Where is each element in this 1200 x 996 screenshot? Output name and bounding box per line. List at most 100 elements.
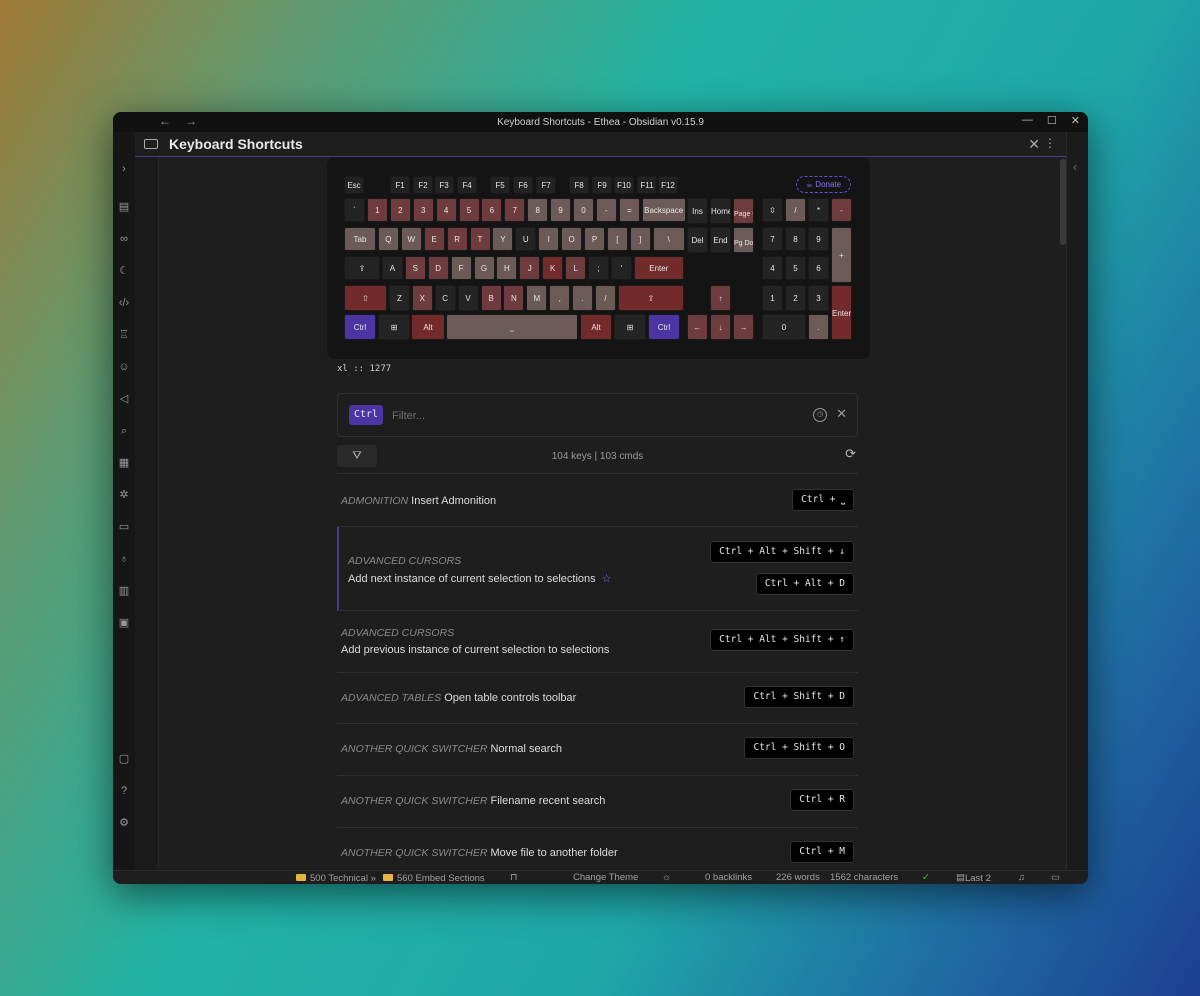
refresh-icon[interactable]: ⟳ (845, 446, 856, 462)
key-row4[interactable]: C (434, 285, 456, 311)
filter-input[interactable] (392, 407, 752, 425)
smiley-icon[interactable]: ☺ (117, 360, 131, 374)
breadcrumb[interactable]: 500 Technical » (296, 872, 376, 884)
key-numpad[interactable]: / (785, 198, 806, 222)
key-row3[interactable]: K (542, 256, 564, 280)
key-numpad[interactable]: 0 (762, 314, 806, 340)
key-numpad[interactable]: * (808, 198, 829, 222)
key-row4[interactable]: N (503, 285, 525, 311)
key-row1[interactable]: 5 (458, 198, 480, 222)
key-numpad[interactable]: 8 (785, 227, 806, 251)
sync-check-icon[interactable]: ✓ (922, 872, 930, 883)
running-icon[interactable]: ♖ (117, 328, 131, 342)
keyboard-status-icon[interactable]: ▭ (1051, 872, 1060, 883)
command-row[interactable]: ADMONITION Insert Admonition Ctrl + ⎵ (337, 475, 858, 527)
key-row4[interactable]: V (457, 285, 479, 311)
key-alt[interactable]: Alt (580, 314, 612, 340)
key-row2[interactable]: U (515, 227, 537, 251)
key-row4[interactable]: B (480, 285, 502, 311)
key-row4[interactable]: Z (388, 285, 410, 311)
key-row3[interactable]: A (381, 256, 403, 280)
key-row2[interactable]: I (538, 227, 560, 251)
key-numpad[interactable]: 1 (762, 285, 783, 311)
key-f10[interactable]: F10 (614, 176, 634, 194)
key-numpad[interactable]: 4 (762, 256, 783, 280)
folders-icon[interactable]: ▭ (117, 520, 131, 534)
key-nav[interactable]: Ins (687, 198, 708, 224)
key-numpad[interactable]: 2 (785, 285, 806, 311)
donate-button[interactable]: ☕ Donate (796, 176, 851, 193)
command-row[interactable]: ADVANCED CURSORS Add previous instance o… (337, 611, 858, 673)
scrollbar[interactable] (1060, 159, 1066, 245)
key-row1[interactable]: 9 (550, 198, 572, 222)
collapse-chevron-icon[interactable]: ‹ (1073, 160, 1077, 174)
key-row3[interactable]: D (427, 256, 449, 280)
key-row2[interactable]: O (561, 227, 583, 251)
key-f8[interactable]: F8 (569, 176, 589, 194)
key-row1[interactable]: 2 (389, 198, 411, 222)
key-row1[interactable]: 6 (481, 198, 503, 222)
key-alt[interactable]: Alt (411, 314, 445, 340)
key-numpad[interactable]: 3 (808, 285, 829, 311)
hotkey-badge[interactable]: Ctrl + Shift + O (744, 737, 854, 759)
key-f5[interactable]: F5 (490, 176, 510, 194)
bell-icon[interactable]: ♫ (1018, 872, 1025, 883)
key-row1[interactable]: 3 (412, 198, 434, 222)
key-row1[interactable]: 8 (527, 198, 549, 222)
key-row2[interactable]: ] (629, 227, 651, 251)
close-window-icon[interactable]: ✕ (1071, 114, 1080, 127)
key-nav[interactable]: Del (687, 227, 708, 253)
key-arrow[interactable]: ↑ (710, 285, 731, 311)
lock-icon[interactable]: ⊓ (510, 872, 517, 883)
hotkey-badge[interactable]: Ctrl + Shift + D (744, 686, 854, 708)
graph-icon[interactable]: ✲ (117, 488, 131, 502)
search-icon[interactable]: ⌕ (117, 424, 131, 438)
key-row1[interactable]: 0 (573, 198, 594, 222)
key-row4[interactable]: , (549, 285, 571, 311)
key-f6[interactable]: F6 (513, 176, 533, 194)
key-tab[interactable]: Tab (344, 227, 376, 251)
moon-icon[interactable]: ☾ (117, 264, 131, 278)
microphone-icon[interactable]: ♁ (117, 552, 131, 566)
key-row1[interactable]: - (595, 198, 617, 222)
key-row2[interactable]: Y (492, 227, 514, 251)
key-ctrl[interactable]: Ctrl (344, 314, 376, 340)
key-row4[interactable]: M (526, 285, 548, 311)
calendar-icon[interactable]: ▣ (117, 616, 131, 630)
clear-icon[interactable]: ✕ (836, 406, 847, 422)
note-icon[interactable]: ▦ (117, 456, 131, 470)
key-row1[interactable]: 4 (435, 198, 457, 222)
close-tab-icon[interactable]: ✕ (1028, 136, 1040, 153)
templater-icon[interactable]: ▤ (117, 200, 131, 214)
expand-chevron-icon[interactable]: › (117, 162, 131, 176)
sun-icon[interactable]: ☼ (662, 872, 671, 883)
key-shift[interactable]: ⇧ (344, 285, 387, 311)
megaphone-icon[interactable]: ◁ (117, 392, 131, 406)
star-icon[interactable]: ☆ (602, 573, 612, 585)
command-row[interactable]: ANOTHER QUICK SWITCHER Filename recent s… (337, 776, 858, 828)
key-f12[interactable]: F12 (658, 176, 678, 194)
key-nav[interactable]: Home (710, 198, 731, 224)
key-nav[interactable]: End (710, 227, 731, 253)
minimize-icon[interactable]: — (1022, 114, 1033, 127)
key-f7[interactable]: F7 (536, 176, 556, 194)
hotkey-badge[interactable]: Ctrl + Alt + D (755, 573, 854, 595)
last-edited[interactable]: ▤ Last 2 (956, 872, 991, 884)
key-win[interactable]: ⊞ (378, 314, 410, 340)
key-row3[interactable]: S (404, 256, 426, 280)
vault-icon[interactable]: ▢ (117, 752, 131, 766)
key-row1[interactable]: ` (344, 198, 365, 222)
key-numpad[interactable]: 5 (785, 256, 806, 280)
key-row1[interactable]: = (618, 198, 640, 222)
modifier-chip-ctrl[interactable]: Ctrl (349, 405, 383, 425)
key-row1[interactable]: 1 (366, 198, 388, 222)
hotkey-badge[interactable]: Ctrl + M (790, 841, 854, 863)
key-numpad[interactable]: + (831, 227, 852, 283)
hotkey-badge[interactable]: Ctrl + ⎵ (792, 489, 854, 511)
key-numpad[interactable]: 7 (762, 227, 783, 251)
key-f9[interactable]: F9 (592, 176, 612, 194)
key-row3[interactable]: H (496, 256, 518, 280)
key-row3[interactable]: ' (610, 256, 632, 280)
maximize-icon[interactable]: ☐ (1047, 114, 1057, 127)
key-row2[interactable]: E (423, 227, 445, 251)
